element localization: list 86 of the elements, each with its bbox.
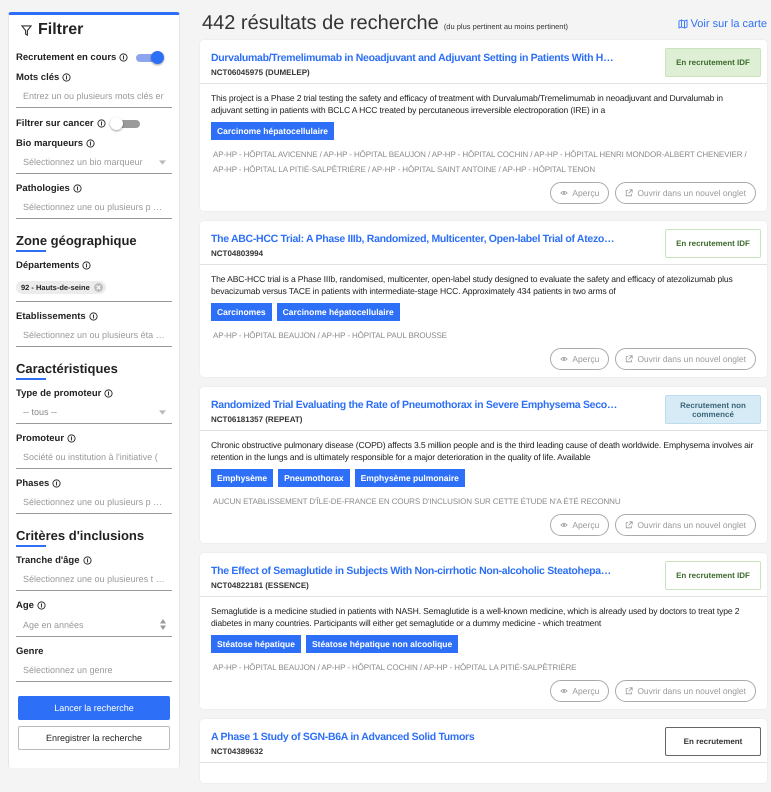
field-label: Age: [16, 600, 34, 611]
field-label: Pathologies: [16, 183, 70, 194]
field-label: Recrutement en cours: [16, 52, 116, 62]
map-icon: [678, 19, 688, 29]
info-icon[interactable]: [104, 389, 114, 398]
spinner-icon[interactable]: [160, 619, 166, 630]
pathology-tag[interactable]: Carcinomes: [211, 303, 272, 321]
field-label: Type de promoteur: [16, 388, 102, 399]
study-description: The ABC-HCC trial is a Phase IIIb, randomised, multicenter, open-label study designed to evaluate the safety and efficacy of atezolizumab plus bevacizumab versus TACE in patients with intermediate-stage HCC. Approximately 434 patients in two arms of: [211, 273, 734, 297]
panel-title: Filtrer: [38, 21, 84, 39]
study-id: NCT04803994: [211, 249, 264, 258]
study-title-link[interactable]: The ABC-HCC Trial: A Phase IIIb, Randomized, Multicenter, Open-label Trial of Atezo…: [211, 233, 614, 245]
pathology-tag[interactable]: Stéatose hépatique non alcoolique: [306, 635, 458, 653]
info-icon[interactable]: [72, 184, 82, 193]
study-description: Chronic obstructive pulmonary disease (COPD) affects 3.5 million people and is the third leading cause of death worldwide. Emphysema involves air retention in the lungs and is ultimately responsible for a major deterioration in the quality of life. Available: [211, 439, 754, 463]
info-icon[interactable]: [82, 556, 92, 565]
field-label: Phases: [16, 478, 50, 489]
preview-button[interactable]: Aperçu: [550, 182, 610, 204]
eye-icon: [560, 521, 568, 529]
search-button[interactable]: Lancer la recherche: [18, 696, 170, 720]
pathology-tag[interactable]: Stéatose hépatique: [211, 635, 301, 653]
external-link-icon: [625, 355, 634, 363]
study-description: Semaglutide is a medicine studied in patients with NASH. Semaglutide is a well-known medicine, which is already used by doctors to treat type 2 diabetes in many countries. Participants will either get semaglutide or a dummy medicine - which treatment: [211, 605, 740, 629]
eye-icon: [560, 355, 568, 363]
filter-icon: [21, 24, 32, 36]
field-label: Genre: [16, 646, 44, 657]
field-label: Bio marqueurs: [16, 138, 84, 149]
section-heading: Critères d'inclusions: [16, 528, 172, 547]
hospital-list: AP-HP - HÔPITAL BEAUJON / AP-HP - HÔPITAL PAUL BROUSSE: [213, 328, 756, 343]
study-description: This project is a Phase 2 trial testing the safety and efficacy of treatment with Durvalumab/Tremelimumab in neoadjuvant and Durvalumab in adjuvant setting in patients with BCLC A HCC treated by percutaneous irreversible electroporation (IRE) in a: [211, 92, 724, 116]
study-id: NCT04822181 (ESSENCE): [211, 581, 310, 590]
study-title-link[interactable]: Randomized Trial Evaluating the Rate of Pneumothorax in Severe Emphysema Seco…: [211, 399, 618, 411]
caret-icon: [159, 410, 166, 414]
external-link-icon: [625, 189, 634, 197]
info-icon[interactable]: [88, 312, 98, 321]
open-tab-button[interactable]: Ouvrir dans un nouvel onglet: [615, 348, 756, 370]
status-badge: En recrutement: [665, 727, 761, 756]
study-title-link[interactable]: Durvalumab/Tremelimumab in Neoadjuvant and Adjuvant Setting in Patients With H…: [211, 52, 614, 64]
caret-icon: [159, 160, 166, 164]
status-badge: En recrutement IDF: [665, 48, 761, 77]
info-icon[interactable]: [96, 118, 106, 128]
eye-icon: [560, 687, 568, 695]
preview-button[interactable]: Aperçu: [550, 348, 610, 370]
info-icon[interactable]: [67, 434, 76, 443]
study-title-link[interactable]: A Phase 1 Study of SGN-B6A in Advanced Solid Tumors: [211, 731, 474, 743]
info-icon[interactable]: [36, 601, 46, 610]
open-tab-button[interactable]: Ouvrir dans un nouvel onglet: [615, 182, 756, 204]
study-id: NCT04389632: [211, 747, 264, 756]
info-icon[interactable]: [119, 52, 128, 62]
map-link[interactable]: Voir sur la carte: [678, 18, 767, 30]
study-title-link[interactable]: The Effect of Semaglutide in Subjects With Non-cirrhotic Non-alcoholic Steatohepa…: [211, 565, 612, 577]
field-label: Etablissements: [16, 311, 86, 322]
external-link-icon: [625, 687, 634, 695]
pathology-tag[interactable]: Emphysème: [211, 469, 274, 487]
hospital-list: AP-HP - HÔPITAL AVICENNE / AP-HP - HÔPITAL BEAUJON / AP-HP - HÔPITAL COCHIN / AP-HP - HÔPITAL HENRI MONDOR-ALBERT CHENEVIER / AP-HP - HÔPITAL LA PITIÉ-SALPÊTRIÈRE / AP-HP - HÔPITAL SAINT ANTOINE / AP-HP - HÔPITAL TENON: [213, 147, 756, 177]
info-icon[interactable]: [62, 73, 72, 82]
status-badge: En recrutement IDF: [665, 561, 761, 590]
field-label: Mots clés: [16, 72, 60, 83]
status-badge: En recrutement IDF: [665, 229, 761, 258]
pathology-tag[interactable]: Pneumothorax: [278, 469, 350, 487]
section-heading: Zone géographique: [16, 233, 172, 252]
preview-button[interactable]: Aperçu: [550, 680, 610, 702]
pathology-tag[interactable]: Carcinome hépatocellulaire: [211, 122, 334, 140]
field-label: Promoteur: [16, 433, 64, 444]
pathology-tag[interactable]: Carcinome hépatocellulaire: [276, 303, 400, 321]
study-id: NCT06181357 (REPEAT): [211, 415, 304, 424]
results-heading: 442 résultats de recherche: [202, 12, 439, 35]
field-label: Départements: [16, 260, 80, 271]
section-heading: Caractéristiques: [16, 361, 172, 380]
hospital-list: AUCUN ETABLISSEMENT D'ÎLE-DE-FRANCE EN COURS D'INCLUSION SUR CETTE ÉTUDE N'A ÉTÉ RECONNU: [213, 494, 756, 509]
field-label: Filtrer sur cancer: [16, 118, 94, 128]
hospital-list: AP-HP - HÔPITAL BEAUJON / AP-HP - HÔPITAL COCHIN / AP-HP - HÔPITAL LA PITIÉ-SALPÊTRIÈRE: [213, 660, 756, 675]
preview-button[interactable]: Aperçu: [550, 514, 610, 536]
eye-icon: [560, 189, 568, 197]
info-icon[interactable]: [82, 261, 92, 270]
study-id: NCT06045975 (DUMELEP): [211, 68, 311, 77]
save-search-button[interactable]: Enregistrer la recherche: [18, 726, 170, 750]
status-badge: Recrutement non commencé: [665, 395, 761, 424]
info-icon[interactable]: [86, 139, 96, 148]
open-tab-button[interactable]: Ouvrir dans un nouvel onglet: [615, 514, 756, 536]
pathology-tag[interactable]: Emphysème pulmonaire: [354, 469, 465, 487]
info-icon[interactable]: [52, 479, 62, 488]
field-label: Tranche d'âge: [16, 555, 80, 566]
toggle-switch[interactable]: [110, 117, 140, 129]
external-link-icon: [625, 521, 634, 529]
open-tab-button[interactable]: Ouvrir dans un nouvel onglet: [615, 680, 756, 702]
